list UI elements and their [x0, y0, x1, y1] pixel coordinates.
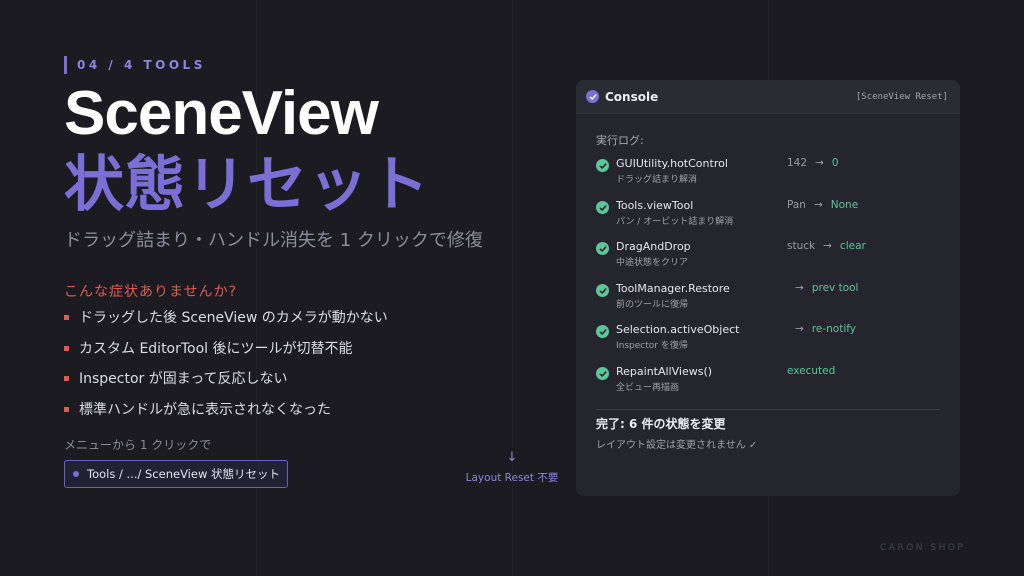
state-change: executed	[787, 365, 835, 377]
success-check-icon	[596, 242, 609, 255]
arrow-right-icon: →	[823, 240, 832, 252]
divider	[596, 409, 940, 410]
api-description: Inspector を復帰	[616, 341, 688, 351]
brand-logo: CARON SHOP	[880, 543, 966, 553]
state-change: 142 → 0	[787, 157, 839, 169]
menu-path-button[interactable]: Tools / .../ SceneView 状態リセット	[64, 460, 288, 488]
success-check-icon	[596, 201, 609, 214]
layout-note: Layout Reset 不要	[465, 472, 559, 484]
done-title: 完了: 6 件の状態を変更	[596, 417, 726, 431]
arrow-right-icon: →	[813, 199, 823, 211]
done-note: レイアウト設定は変更されません ✓	[596, 440, 758, 451]
menu-path-label: Tools / .../ SceneView 状態リセット	[87, 467, 281, 481]
change-to: None	[830, 199, 859, 211]
console-panel: Console [SceneView Reset] 実行ログ: GUIUtili…	[576, 80, 960, 496]
success-check-icon	[596, 284, 609, 297]
state-change: → re-notify	[787, 323, 856, 335]
square-bullet-icon	[64, 345, 69, 351]
symptom-text: Inspector が固まって反応しない	[79, 371, 288, 388]
subtitle: ドラッグ詰まり・ハンドル消失を 1 クリックで修復	[64, 230, 483, 251]
api-name: RepaintAllViews()	[616, 365, 713, 378]
api-description: 全ビュー再描画	[616, 383, 680, 393]
api-name: Selection.activeObject	[616, 323, 740, 336]
change-from: stuck	[787, 240, 816, 252]
list-item: ドラッグした後 SceneView のカメラが動かない	[64, 302, 388, 333]
symptom-heading: こんな症状ありませんか?	[64, 284, 238, 300]
list-item: 標準ハンドルが急に表示されなくなった	[64, 394, 388, 425]
api-name: DragAndDrop	[616, 240, 691, 253]
api-description: 前のツールに復帰	[616, 300, 689, 310]
success-check-icon	[596, 325, 609, 338]
dot-icon	[73, 471, 79, 477]
menu-caption: メニューから 1 クリックで	[64, 438, 212, 452]
success-check-icon	[596, 367, 609, 380]
change-to: re-notify	[811, 323, 856, 335]
log-label: 実行ログ:	[596, 134, 644, 147]
api-name: GUIUtility.hotControl	[616, 157, 728, 170]
change-to: 0	[831, 157, 839, 169]
page-title: SceneView	[64, 79, 379, 148]
success-check-icon	[596, 159, 609, 172]
console-tag: [SceneView Reset]	[855, 91, 948, 102]
list-item: Inspector が固まって反応しない	[64, 363, 388, 394]
console-title: Console	[605, 89, 659, 104]
api-description: 中途状態をクリア	[616, 258, 689, 268]
symptom-list: ドラッグした後 SceneView のカメラが動かない カスタム EditorT…	[64, 302, 388, 424]
arrow-down-icon: ↓	[506, 450, 518, 465]
log-row: Tools.viewTool パン / オービット詰まり解消 Pan → None	[596, 199, 940, 232]
page-title-jp: 状態リセット	[64, 150, 430, 220]
square-bullet-icon	[64, 376, 69, 382]
log-row: RepaintAllViews() 全ビュー再描画 executed	[596, 365, 940, 398]
change-to: executed	[787, 365, 836, 377]
log-row: GUIUtility.hotControl ドラッグ詰まり解消 142 → 0	[596, 157, 940, 190]
api-description: パン / オービット詰まり解消	[616, 217, 734, 227]
api-description: ドラッグ詰まり解消	[616, 175, 698, 185]
state-change: Pan → None	[787, 199, 858, 211]
change-from: 142	[787, 157, 808, 169]
list-item: カスタム EditorTool 後にツールが切替不能	[64, 333, 388, 364]
log-row: Selection.activeObject Inspector を復帰 → re-n…	[596, 323, 940, 356]
arrow-right-icon: →	[795, 323, 804, 335]
log-row: ToolManager.Restore 前のツールに復帰 → prev tool	[596, 282, 940, 315]
log-row: DragAndDrop 中途状態をクリア stuck → clear	[596, 240, 940, 273]
symptom-text: カスタム EditorTool 後にツールが切替不能	[79, 340, 353, 357]
square-bullet-icon	[64, 406, 69, 412]
state-change: → prev tool	[787, 282, 858, 294]
api-name: ToolManager.Restore	[616, 282, 730, 295]
state-change: stuck → clear	[787, 240, 866, 252]
change-from: Pan	[787, 199, 806, 211]
change-to: clear	[839, 240, 866, 252]
check-circle-icon	[586, 90, 599, 103]
slide-tag: 04 / 4 TOOLS	[64, 56, 206, 74]
symptom-text: ドラッグした後 SceneView のカメラが動かない	[79, 310, 388, 327]
arrow-right-icon: →	[795, 282, 804, 294]
square-bullet-icon	[64, 315, 69, 321]
symptom-text: 標準ハンドルが急に表示されなくなった	[79, 401, 331, 418]
arrow-right-icon: →	[815, 157, 824, 169]
change-to: prev tool	[811, 282, 859, 294]
api-name: Tools.viewTool	[616, 199, 694, 212]
console-header: Console [SceneView Reset]	[576, 80, 960, 114]
